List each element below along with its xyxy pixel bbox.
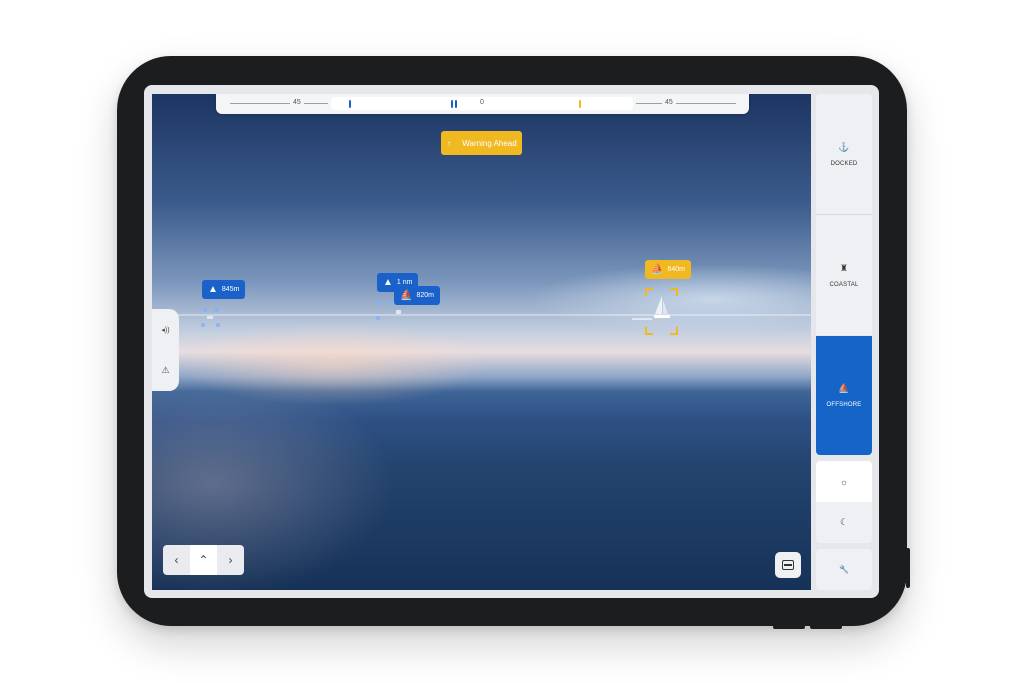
anchor-icon: ⚓ xyxy=(838,141,850,152)
target-marker xyxy=(201,323,205,327)
target-distance: 640m xyxy=(667,266,685,273)
heading-center-label: 0 xyxy=(480,99,484,106)
volume-icon[interactable]: ◂)) xyxy=(152,315,179,345)
moon-icon[interactable]: ☾ xyxy=(816,502,872,543)
heading-right-label: 45 xyxy=(665,99,673,106)
target-marker xyxy=(216,323,220,327)
vessel xyxy=(396,310,401,314)
heading-window: 0 xyxy=(331,97,633,110)
mode-panel: ⚓ DOCKED ♜ COASTAL ⛵ OFFSHORE ☼ ☾ 🔧 xyxy=(816,94,872,590)
warning-triangle-icon: ▲ xyxy=(208,283,218,295)
chevron-left-icon[interactable]: ‹ xyxy=(163,545,190,575)
heading-left-label: 45 xyxy=(293,99,301,106)
left-tool-pill: ◂)) ⚠ xyxy=(152,309,179,391)
arrow-up-icon: ↑ xyxy=(447,138,451,148)
wake xyxy=(632,318,652,320)
mode-label: DOCKED xyxy=(830,160,858,167)
heading-scale xyxy=(230,103,290,104)
warning-banner[interactable]: ↑ Warning Ahead xyxy=(441,131,522,155)
target-marker xyxy=(376,301,380,305)
vessel xyxy=(207,316,213,319)
mode-label: COASTAL xyxy=(829,281,859,288)
mode-docked[interactable]: ⚓ DOCKED xyxy=(816,94,872,214)
target-marker xyxy=(376,316,380,320)
target-marker xyxy=(388,301,392,305)
target-marker xyxy=(215,308,219,312)
chevron-right-icon[interactable]: › xyxy=(217,545,244,575)
camera-view[interactable]: 45 0 45 ↑ Warning Ahead ▲ 845m ▲ 1 nm ⛵ … xyxy=(152,94,811,590)
hardware-button xyxy=(773,625,805,629)
camera-nav: ‹ ⌃ › xyxy=(163,545,244,575)
target-distance: 845m xyxy=(221,286,240,293)
mode-label: OFFSHORE xyxy=(826,402,862,408)
sailboat-icon: ⛵ xyxy=(838,383,850,393)
target-bracket xyxy=(670,327,678,335)
target-tick xyxy=(349,100,351,108)
target-distance: 820m xyxy=(416,292,434,299)
panel-icon xyxy=(782,560,794,570)
heading-scale xyxy=(676,103,736,104)
target-tag[interactable]: ▲ 845m xyxy=(202,280,246,299)
hardware-button xyxy=(906,548,910,588)
heading-scale xyxy=(304,103,328,104)
heading-bar: 45 0 45 xyxy=(216,94,749,114)
theme-toggle: ☼ ☾ xyxy=(816,461,872,543)
warning-tick xyxy=(579,100,581,108)
target-tick xyxy=(451,100,453,108)
sailboat-icon: ⛵ xyxy=(651,263,664,275)
mode-coastal[interactable]: ♜ COASTAL xyxy=(816,215,872,335)
target-tag[interactable]: ⛵ 820m xyxy=(394,286,440,305)
hardware-button xyxy=(810,625,842,629)
target-marker xyxy=(203,308,207,312)
target-tag[interactable]: ⛵ 640m xyxy=(645,260,691,279)
target-distance: 1 nm xyxy=(396,279,413,286)
target-bracket xyxy=(645,327,653,335)
sun-icon[interactable]: ☼ xyxy=(816,461,872,502)
chevron-up-icon[interactable]: ⌃ xyxy=(190,545,217,575)
horizon-line xyxy=(152,314,811,316)
warning-label: Warning Ahead xyxy=(462,138,517,148)
heading-scale xyxy=(636,103,662,104)
alert-icon[interactable]: ⚠ xyxy=(152,355,179,385)
sailboat-vessel xyxy=(654,296,670,318)
wrench-icon[interactable]: 🔧 xyxy=(816,549,872,590)
warning-triangle-icon: ▲ xyxy=(383,276,393,288)
sailboat-icon: ⛵ xyxy=(400,289,413,301)
mode-offshore[interactable]: ⛵ OFFSHORE xyxy=(816,336,872,455)
panel-toggle-button[interactable] xyxy=(775,552,801,578)
lighthouse-icon: ♜ xyxy=(839,262,849,273)
target-tick xyxy=(455,100,457,108)
app-screen: 45 0 45 ↑ Warning Ahead ▲ 845m ▲ 1 nm ⛵ … xyxy=(144,85,879,598)
